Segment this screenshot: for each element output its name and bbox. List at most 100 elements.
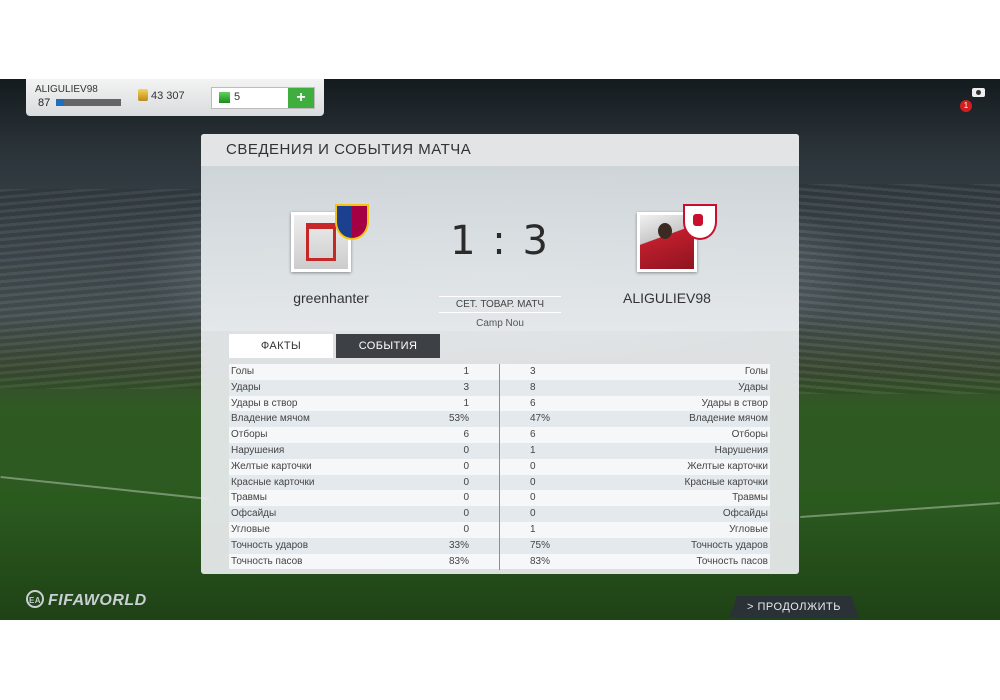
home-stat: Желтые карточки 0 xyxy=(229,458,499,475)
stat-label-home: Красные карточки xyxy=(231,476,315,488)
stats-divider xyxy=(499,364,500,570)
liverpool-crest-icon xyxy=(683,204,717,240)
match-details-panel: СВЕДЕНИЯ И СОБЫТИЯ МАТЧА greenhanter 1 :… xyxy=(201,134,799,574)
away-stat: 3 Голы xyxy=(500,364,770,380)
stat-label-away: Угловые xyxy=(729,524,768,535)
stat-value-away: 0 xyxy=(530,460,536,472)
stat-label-away: Красные карточки xyxy=(684,476,768,488)
away-stat: 6 Удары в створ xyxy=(500,395,770,412)
stat-label-away: Точность пасов xyxy=(696,555,769,567)
continue-button[interactable]: > ПРОДОЛЖИТЬ xyxy=(729,596,859,618)
stat-value-away: 75% xyxy=(530,539,551,551)
points-balance: 5 + xyxy=(211,87,315,109)
stat-value-away: 0 xyxy=(530,492,536,504)
away-stat: 6 Отборы xyxy=(500,427,770,443)
level: 87 xyxy=(38,97,51,109)
away-team-name: ALIGULIEV98 xyxy=(623,290,711,306)
stat-value-away: 3 xyxy=(530,366,536,377)
stat-value-away: 1 xyxy=(530,445,536,456)
home-stat: Травмы 0 xyxy=(229,490,499,507)
stat-label-home: Голы xyxy=(231,366,255,377)
match-stats-table: Голы 1 3 Голы Удары 3 8 Удары Удары в створ 1 6 Уда… xyxy=(229,364,770,570)
stat-value-away: 6 xyxy=(530,397,536,409)
stat-label-away: Офсайды xyxy=(722,508,768,520)
stat-value-home: 1 xyxy=(463,366,469,377)
stat-value-home: 6 xyxy=(463,429,469,441)
stat-label-home: Удары в створ xyxy=(231,397,298,409)
away-stat: 8 Удары xyxy=(500,379,770,396)
barcelona-crest-icon xyxy=(335,204,369,240)
home-stat: Нарушения 0 xyxy=(229,443,499,459)
home-stat: Владение мячом 53% xyxy=(229,411,499,428)
panel-title: СВЕДЕНИЯ И СОБЫТИЯ МАТЧА xyxy=(201,134,799,166)
home-stat: Угловые 0 xyxy=(229,522,499,538)
home-stat: Отборы 6 xyxy=(229,427,499,443)
stat-label-home: Отборы xyxy=(231,429,268,441)
xp-progress-fill xyxy=(56,99,64,106)
stat-value-home: 0 xyxy=(463,476,469,488)
away-stat: 0 Желтые карточки xyxy=(500,458,770,475)
stat-value-away: 1 xyxy=(530,524,536,535)
away-stat: 75% Точность ударов xyxy=(500,537,770,554)
stadium-stand-right xyxy=(790,184,1000,394)
stat-label-away: Нарушения xyxy=(714,445,768,456)
pitch-line xyxy=(0,476,210,500)
stat-value-home: 0 xyxy=(463,460,469,472)
home-stat: Офсайды 0 xyxy=(229,506,499,522)
stadium-stand-left xyxy=(0,189,210,389)
stat-value-home: 3 xyxy=(463,381,469,393)
ea-logo-icon: EA xyxy=(26,590,44,608)
away-stat: 0 Офсайды xyxy=(500,506,770,522)
camera-icon[interactable] xyxy=(972,88,985,97)
away-stat: 83% Точность пасов xyxy=(500,553,770,570)
stat-value-home: 0 xyxy=(463,492,469,504)
stat-label-home: Угловые xyxy=(231,524,270,535)
home-stat: Красные карточки 0 xyxy=(229,474,499,491)
stat-value-home: 0 xyxy=(463,508,469,520)
away-stat: 47% Владение мячом xyxy=(500,411,770,428)
stat-value-away: 0 xyxy=(530,476,536,488)
stat-label-away: Желтые карточки xyxy=(687,460,768,472)
tab-events[interactable]: СОБЫТИЯ xyxy=(336,334,440,358)
away-stat: 0 Красные карточки xyxy=(500,474,770,491)
points-icon xyxy=(219,92,230,103)
logo-text: FIFAWORLD xyxy=(48,592,147,609)
profile-bar: ALIGULIEV98 87 43 307 5 + xyxy=(26,79,324,116)
away-stat: 0 Травмы xyxy=(500,490,770,507)
pitch-line xyxy=(800,502,1000,518)
venue: Camp Nou xyxy=(476,318,524,329)
stat-label-home: Травмы xyxy=(231,492,267,504)
coins-value: 43 307 xyxy=(151,90,185,102)
fifaworld-logo: EA FIFAWORLD xyxy=(26,590,147,610)
stat-value-home: 53% xyxy=(448,413,469,425)
username: ALIGULIEV98 xyxy=(35,84,98,95)
tab-facts[interactable]: ФАКТЫ xyxy=(229,334,333,358)
stat-label-away: Владение мячом xyxy=(689,413,768,425)
away-stat: 1 Нарушения xyxy=(500,443,770,459)
match-score: 1 : 3 xyxy=(450,218,550,264)
notification-badge[interactable]: 1 xyxy=(960,100,972,112)
stat-label-away: Травмы xyxy=(732,492,768,504)
stat-label-away: Удары xyxy=(738,381,768,393)
match-type: СЕТ. ТОВАР. МАТЧ xyxy=(439,296,561,313)
coins-icon xyxy=(138,89,148,101)
stat-value-away: 0 xyxy=(530,508,536,520)
xp-progress-bar xyxy=(56,99,121,106)
stat-value-home: 1 xyxy=(463,397,469,409)
coins-balance: 43 307 xyxy=(138,89,185,102)
home-stat: Удары в створ 1 xyxy=(229,395,499,412)
home-team-name: greenhanter xyxy=(293,290,369,306)
stat-label-away: Отборы xyxy=(731,429,768,441)
stat-label-home: Офсайды xyxy=(231,508,277,520)
stat-label-away: Голы xyxy=(744,366,768,377)
add-points-button[interactable]: + xyxy=(288,88,314,108)
away-team: ALIGULIEV98 xyxy=(623,204,717,306)
stat-label-away: Точность ударов xyxy=(690,539,768,551)
stat-value-away: 8 xyxy=(530,381,536,393)
away-stat: 1 Угловые xyxy=(500,522,770,538)
stat-label-home: Нарушения xyxy=(231,445,285,456)
home-stat: Удары 3 xyxy=(229,379,499,396)
stat-label-away: Удары в створ xyxy=(701,397,769,409)
points-value: 5 xyxy=(234,91,241,103)
stat-value-away: 6 xyxy=(530,429,536,441)
